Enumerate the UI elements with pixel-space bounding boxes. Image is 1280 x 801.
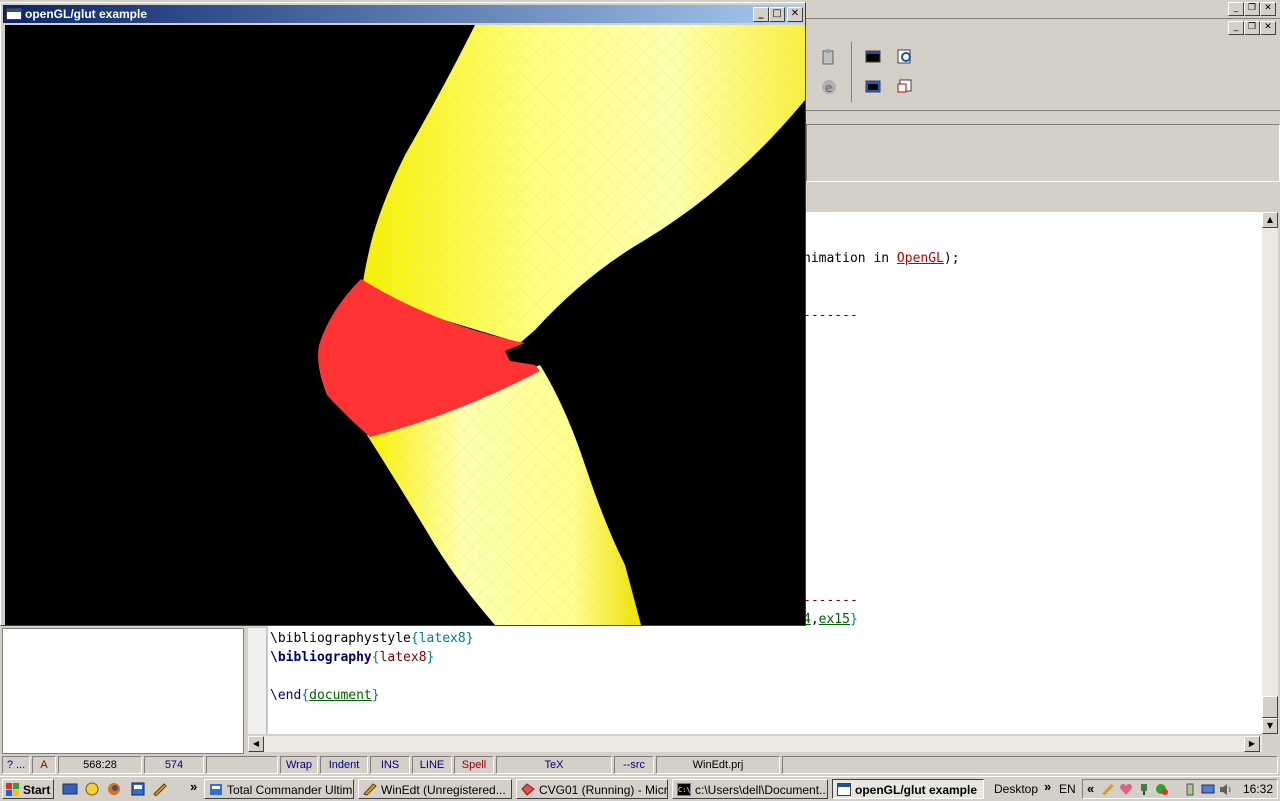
status-mode-a[interactable]: A: [32, 756, 56, 774]
app-restore-button[interactable]: ❐: [1244, 2, 1260, 16]
status-empty-1: [206, 756, 278, 774]
vertical-scrollbar[interactable]: ▲ ▼: [1262, 212, 1278, 734]
virtualbox-task-icon: [521, 783, 535, 796]
app-close-button[interactable]: ✕: [1260, 2, 1276, 16]
scroll-up-icon[interactable]: ▲: [1262, 212, 1278, 228]
opengl-render-canvas[interactable]: [5, 25, 805, 625]
console-icon[interactable]: [864, 48, 882, 66]
status-help[interactable]: ? ...: [2, 756, 30, 774]
status-position[interactable]: 568:28: [58, 756, 142, 774]
gui-page-panel: [806, 124, 1280, 182]
scroll-down-icon[interactable]: ▼: [1262, 718, 1278, 734]
terminal-icon[interactable]: [864, 78, 882, 96]
tray-pen-icon[interactable]: [1101, 783, 1115, 796]
tray-network-icon[interactable]: [1137, 783, 1151, 796]
doc-close-button[interactable]: ✕: [1260, 21, 1276, 35]
total-commander-task-icon: [210, 784, 222, 795]
tray-usb-icon[interactable]: [1183, 783, 1197, 796]
language-indicator[interactable]: EN: [1059, 782, 1076, 796]
messenger-icon[interactable]: [84, 782, 100, 796]
task-label: CVG01 (Running) - Micr...: [539, 783, 668, 797]
start-button[interactable]: Start: [2, 779, 54, 799]
tray-status-icon[interactable]: [1155, 783, 1169, 796]
minimize-button[interactable]: _: [753, 7, 769, 22]
toolbar-separator: [851, 42, 852, 102]
tray-monitor-icon[interactable]: [1201, 783, 1215, 796]
svg-text:e: e: [825, 81, 832, 95]
status-project[interactable]: WinEdt.prj: [656, 756, 780, 774]
tray-heart-icon[interactable]: [1119, 783, 1133, 796]
tree-panel[interactable]: [2, 628, 244, 754]
task-total-commander[interactable]: Total Commander Ultim...: [204, 779, 354, 799]
status-spell[interactable]: Spell: [454, 756, 494, 774]
task-command-prompt[interactable]: C:\ c:\Users\dell\Document...: [672, 779, 828, 799]
code-line-end-document: \end{document}: [270, 688, 380, 703]
task-virtualbox[interactable]: CVG01 (Running) - Micr...: [516, 779, 668, 799]
desktop-toolbar-label[interactable]: Desktop: [994, 782, 1038, 796]
status-tex[interactable]: TeX: [496, 756, 612, 774]
status-indent[interactable]: Indent: [320, 756, 368, 774]
doc-restore-button[interactable]: ❐: [1244, 21, 1260, 35]
scroll-right-icon[interactable]: ▶: [1244, 736, 1260, 752]
tray-volume-icon[interactable]: [1219, 783, 1233, 796]
doc-minimize-button[interactable]: _: [1228, 21, 1244, 35]
code-line-separator-1: -------: [803, 308, 858, 323]
start-label: Start: [23, 783, 51, 797]
task-opengl-example[interactable]: openGL/glut example: [832, 779, 984, 799]
status-empty-2: [782, 756, 1278, 774]
editor-gutter: [248, 628, 267, 734]
task-label: Total Commander Ultim...: [227, 783, 354, 797]
clipboard-icon[interactable]: [820, 48, 838, 66]
opengl-window[interactable]: openGL/glut example _ □ ✕: [0, 2, 806, 626]
system-tray: « 16:32: [1082, 779, 1278, 799]
tray-expand-button[interactable]: «: [1087, 781, 1094, 796]
status-wrap[interactable]: Wrap: [280, 756, 318, 774]
scroll-left-icon[interactable]: ◀: [248, 736, 264, 752]
code-line-separator-2: -------: [803, 593, 858, 608]
task-winedt[interactable]: WinEdt (Unregistered...: [358, 779, 512, 799]
winedt-task-icon: [363, 783, 377, 796]
task-label: c:\Users\dell\Document...: [695, 783, 828, 797]
status-ins[interactable]: INS: [370, 756, 410, 774]
opengl-task-icon: [837, 783, 851, 796]
scroll-thumb[interactable]: [1262, 696, 1278, 718]
status-src[interactable]: --src: [614, 756, 654, 774]
opengl-title-bar[interactable]: openGL/glut example _ □ ✕: [3, 5, 803, 23]
browser-icon[interactable]: e: [820, 78, 838, 96]
status-lines[interactable]: 574: [144, 756, 204, 774]
code-line-bibliography: \bibliography{latex8}: [270, 650, 435, 665]
window-title: openGL/glut example: [25, 7, 148, 21]
preview-icon[interactable]: [896, 48, 914, 66]
run-icon[interactable]: [896, 78, 914, 96]
total-commander-icon[interactable]: [130, 782, 146, 796]
toolbar-divider: [806, 110, 1280, 111]
status-bar: ? ... A 568:28 574 Wrap Indent INS LINE …: [0, 754, 1280, 774]
task-label: WinEdt (Unregistered...: [381, 783, 506, 797]
quicklaunch-more[interactable]: »: [190, 779, 197, 794]
status-line[interactable]: LINE: [412, 756, 452, 774]
horizontal-scrollbar[interactable]: ◀ ▶: [248, 736, 1262, 752]
task-label: openGL/glut example: [855, 783, 978, 797]
code-line-figure-refs: 4,ex15}: [803, 612, 858, 627]
command-prompt-icon: C:\: [677, 783, 691, 796]
winedt-quicklaunch-icon[interactable]: [152, 782, 168, 796]
windows-logo-icon: [6, 783, 19, 796]
code-line-animation: nimation in OpenGL);: [803, 251, 960, 266]
maximize-button[interactable]: □: [769, 7, 785, 22]
svg-text:C:\: C:\: [678, 786, 691, 794]
app-minimize-button[interactable]: _: [1228, 2, 1244, 16]
close-button[interactable]: ✕: [787, 7, 803, 22]
firefox-icon[interactable]: [106, 782, 122, 796]
show-desktop-icon[interactable]: [62, 782, 78, 796]
knee-render-image: [318, 25, 805, 625]
taskbar: Start » Total Commander Ultim... WinEdt …: [0, 776, 1280, 801]
window-icon[interactable]: [6, 8, 22, 20]
clock[interactable]: 16:32: [1243, 782, 1273, 796]
desktop-toolbar-more[interactable]: »: [1044, 779, 1051, 794]
code-line-bibliographystyle: \bibliographystyle{latex8}: [270, 631, 474, 646]
menu-divider: [806, 18, 1280, 19]
